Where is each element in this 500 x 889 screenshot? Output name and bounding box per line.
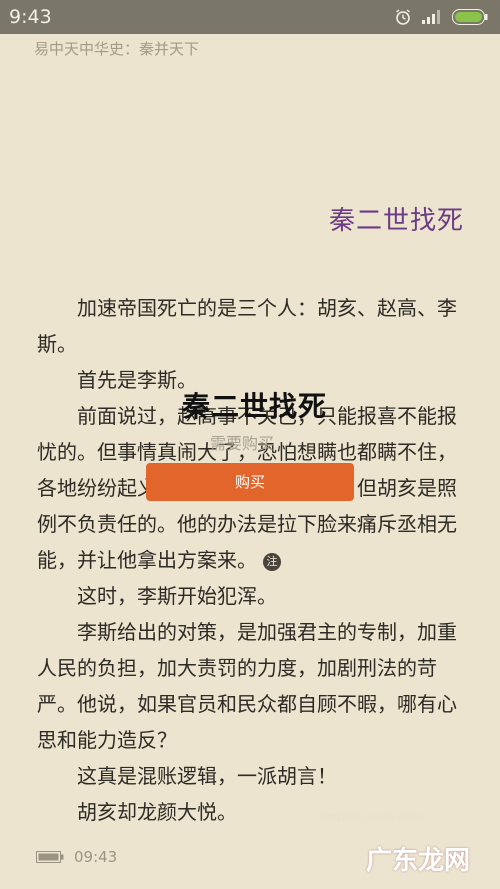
chapter-body: 加速帝国死亡的是三个人：胡亥、赵高、李斯。 首先是李斯。 前面说过，赵高事不关己… — [37, 290, 469, 830]
paragraph: 李斯给出的对策，是加强君主的专制，加重人民的负担，加大责罚的力度，加剧刑法的苛严… — [37, 620, 457, 752]
status-bar: 9:43 — [0, 0, 500, 34]
chapter-title: 秦二世找死 — [328, 206, 464, 236]
watermark-logo: 广东龙网 — [365, 846, 470, 876]
alarm-icon — [396, 9, 410, 25]
overlay-subtitle: 需要购买 — [210, 434, 275, 453]
footer-time: 09:43 — [74, 848, 118, 866]
note-icon[interactable]: 注 — [263, 552, 281, 571]
status-icons — [394, 8, 488, 26]
paragraph: 加速帝国死亡的是三个人：胡亥、赵高、李斯。 — [37, 296, 457, 356]
signal-icon — [422, 10, 440, 24]
watermark-caption: Jingyan.baidu.com — [320, 810, 422, 823]
paragraph: 这时，李斯开始犯浑。 — [77, 584, 277, 608]
paragraph: 这真是混账逻辑，一派胡言！ — [77, 764, 337, 788]
book-title: 易中天中华史：秦并天下 — [34, 40, 200, 58]
battery-icon — [452, 9, 488, 25]
footer-battery-icon — [36, 851, 64, 863]
status-time: 9:43 — [9, 6, 52, 28]
buy-button[interactable]: 购买 — [146, 463, 354, 501]
overlay-chapter-title: 秦二世找死 — [182, 390, 328, 423]
